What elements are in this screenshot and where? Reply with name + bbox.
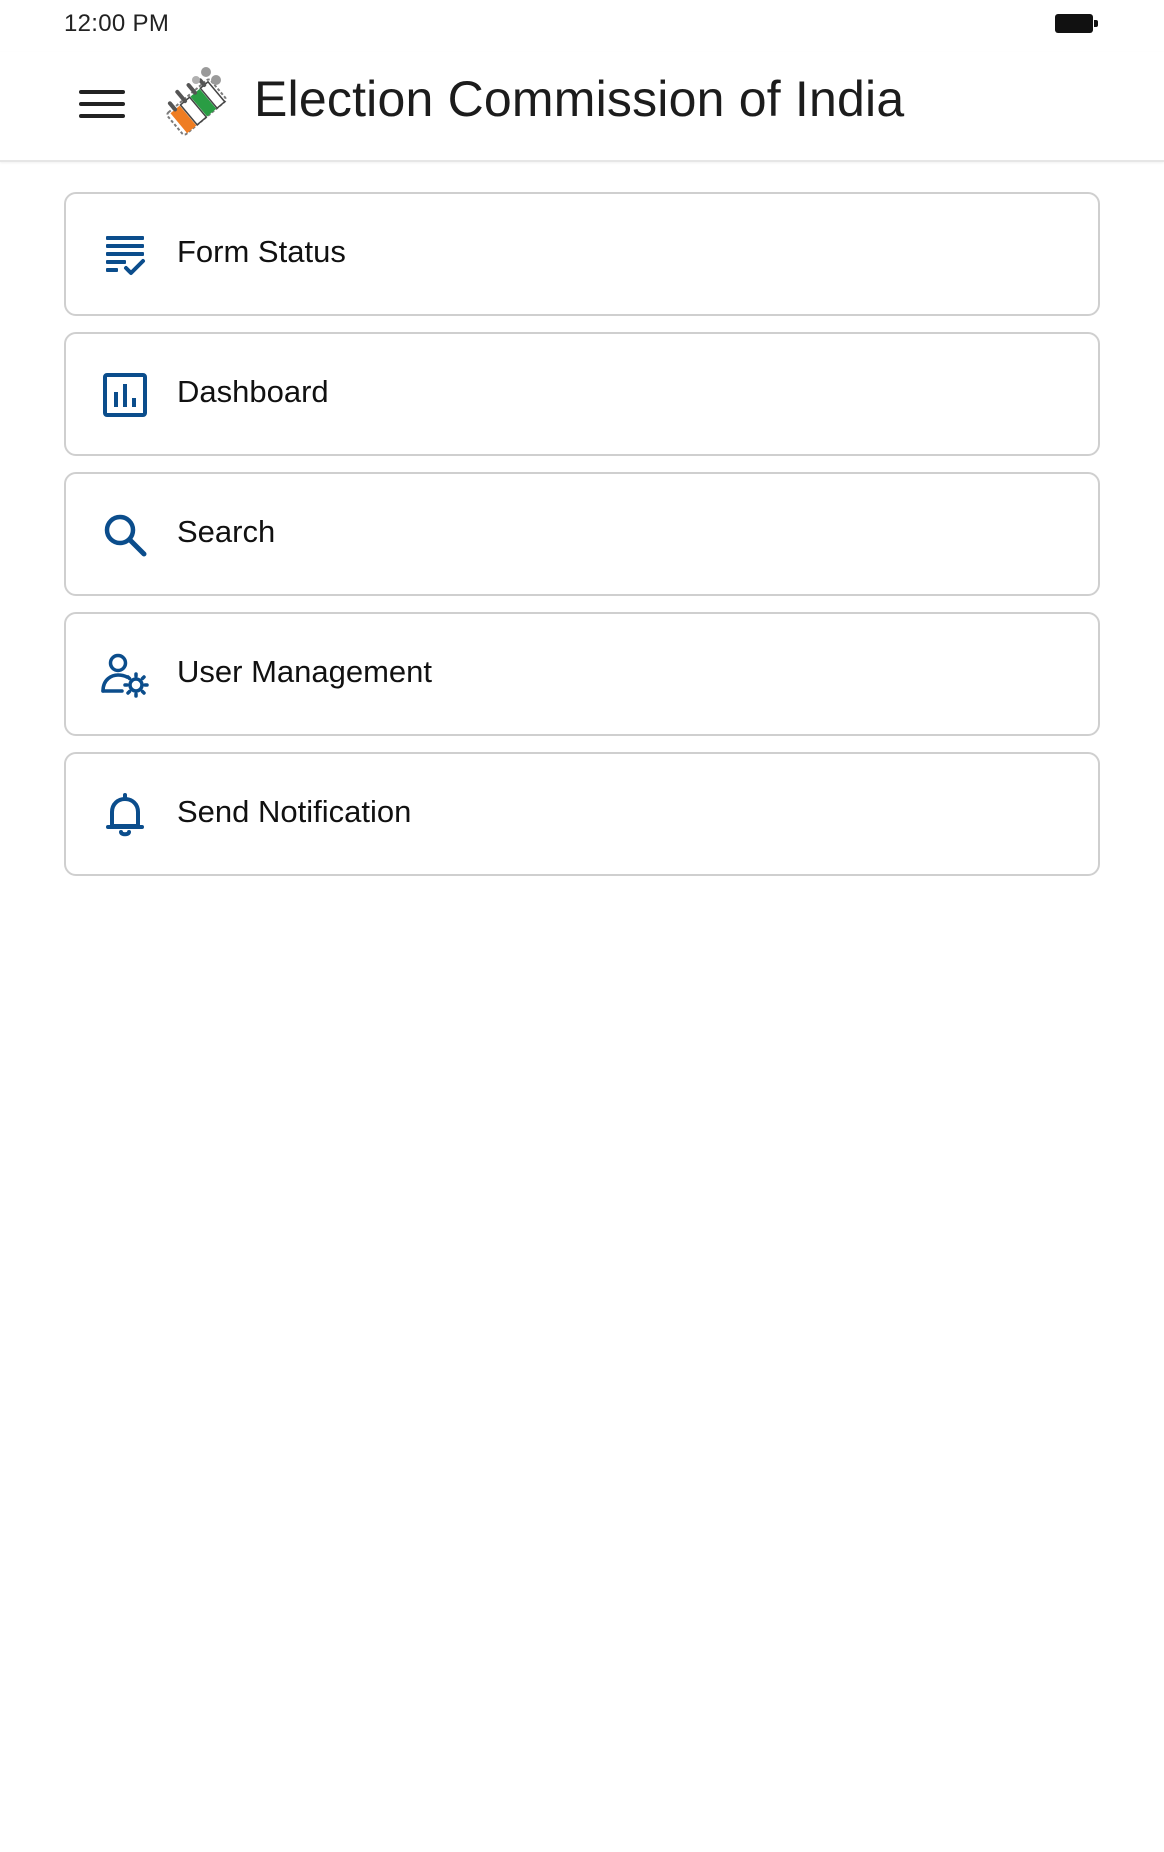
menu-item-user-management[interactable]: User Management (64, 612, 1100, 736)
menu-item-label: Dashboard (177, 374, 329, 409)
menu-item-label: User Management (177, 654, 433, 689)
search-icon (100, 510, 150, 560)
form-status-icon (100, 230, 150, 280)
menu-item-dashboard[interactable]: Dashboard (64, 332, 1100, 456)
eci-logo (152, 58, 236, 142)
hamburger-menu-icon[interactable] (66, 74, 138, 134)
status-bar: 12:00 PM (0, 0, 1164, 52)
menu-item-send-notification[interactable]: Send Notification (64, 752, 1100, 876)
menu-item-label: Send Notification (177, 794, 412, 829)
app-bar: Election Commission of India (0, 52, 1164, 162)
menu-item-label: Form Status (177, 234, 346, 269)
menu-item-search[interactable]: Search (64, 472, 1100, 596)
menu-item-label: Search (177, 514, 276, 549)
app-title: Election Commission of India (254, 71, 905, 127)
menu-list: Form Status Dashboard Search User Manage… (64, 192, 1100, 892)
bell-icon (100, 790, 150, 840)
user-settings-icon (100, 650, 150, 700)
menu-item-form-status[interactable]: Form Status (64, 192, 1100, 316)
dashboard-icon (100, 370, 150, 420)
status-time: 12:00 PM (64, 10, 170, 37)
battery-full-icon (1055, 14, 1098, 33)
